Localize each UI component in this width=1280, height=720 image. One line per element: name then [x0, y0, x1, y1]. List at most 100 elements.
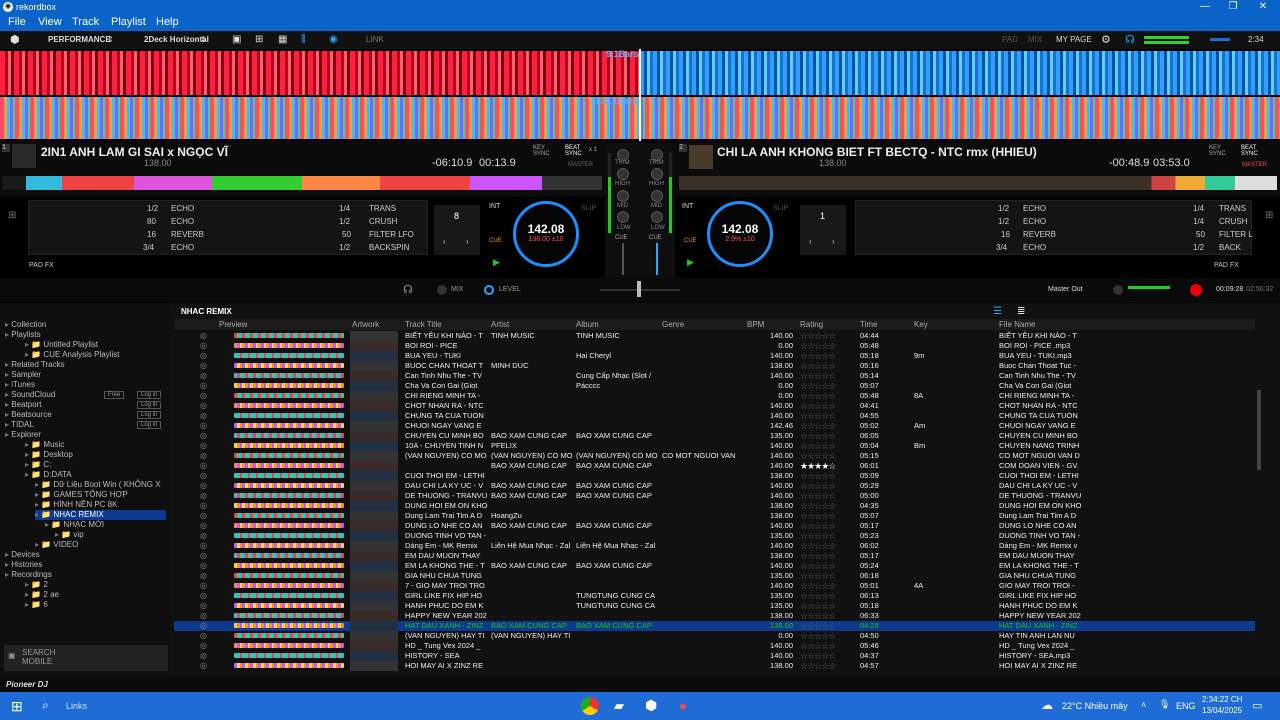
free-badge[interactable]: Free [104, 391, 125, 399]
search-mobile-button[interactable]: ▣ SEARCH MOBILE [4, 645, 168, 671]
table-row[interactable]: ◎ HANH PHUC DO EM K TUNGTUNG CUNG CA 135.00… [174, 601, 1255, 611]
fx-value[interactable]: 1/4 [1193, 217, 1204, 226]
rating-stars[interactable]: ☆☆☆☆☆ [800, 601, 835, 611]
track-list-scrollbar[interactable] [1257, 390, 1261, 470]
preview-waveform[interactable] [234, 593, 344, 598]
menu-file[interactable]: File [8, 14, 26, 31]
rating-stars[interactable]: ☆☆☆☆☆ [800, 531, 835, 541]
table-row[interactable]: ◎ CHUOI NGAY VANG E 142.46 05:02 Am CHUOI NGA… [174, 421, 1255, 431]
column-bpm[interactable]: BPM [747, 319, 764, 330]
login-button[interactable]: Log in [137, 421, 162, 429]
fx-slot-filter-lfo[interactable]: FILTER LFO [369, 230, 414, 239]
record-button[interactable] [1190, 284, 1202, 296]
tree-item[interactable]: ▸ Related Tracks [5, 360, 166, 370]
preview-play-icon[interactable]: ◎ [200, 461, 207, 471]
fx-slot-echo[interactable]: ECHO [171, 217, 194, 226]
rekordbox-taskbar-icon[interactable]: ⬢ [645, 697, 657, 714]
preview-waveform[interactable] [234, 463, 344, 468]
rating-stars[interactable]: ★★★★☆ [800, 461, 835, 471]
rating-stars[interactable]: ☆☆☆☆☆ [800, 351, 835, 361]
table-row[interactable]: ◎ CHI RIENG MINH TA - 0.00 05:48 8A CHI RIENG… [174, 391, 1255, 401]
preview-waveform[interactable] [234, 333, 344, 338]
deck1-high-knob[interactable] [617, 168, 629, 180]
preview-waveform[interactable] [234, 443, 344, 448]
preview-play-icon[interactable]: ◎ [200, 421, 207, 431]
rating-stars[interactable]: ☆☆☆☆☆ [800, 341, 835, 351]
jump-back-icon[interactable]: ‹ [809, 237, 812, 246]
table-row[interactable]: ◎ BAO XAM CUNG CAP BAO XAM CUNG CAP 140.00 0… [174, 461, 1255, 471]
table-row[interactable]: ◎ EM LA KHONG THE - T BAO XAM CUNG CAP BAO … [174, 561, 1255, 571]
mixer-view-icon[interactable]: ⫼ [301, 31, 306, 49]
mypage-button[interactable]: MY PAGE [1056, 31, 1092, 49]
headphone-mix-knob[interactable] [437, 285, 447, 295]
volume-bar[interactable] [1210, 38, 1230, 41]
preview-play-icon[interactable]: ◎ [200, 601, 207, 611]
tree-item[interactable]: ▸ 📁 GAMES TỔNG HỢP [35, 490, 166, 500]
preview-play-icon[interactable]: ◎ [200, 651, 207, 661]
menu-playlist[interactable]: Playlist [111, 14, 146, 31]
deck2-headphone-cue[interactable]: CUE [649, 235, 662, 241]
table-row[interactable]: ◎ Dung Lam Trai Tim A D HoangZu 138.00 05:07… [174, 511, 1255, 521]
table-row[interactable]: ◎ GIA NHU CHUA TUNG 135.00 06:18 GIA NHU CHU… [174, 571, 1255, 581]
table-row[interactable]: ◎ HAT DAU XANH - ZINZ BAO XAM CUNG CAP BAO … [174, 621, 1255, 631]
preview-waveform[interactable] [234, 623, 344, 628]
crossfader[interactable] [637, 281, 641, 297]
explorer-icon[interactable]: ▰ [614, 698, 624, 714]
fx-value[interactable]: 1/2 [998, 204, 1009, 213]
preview-play-icon[interactable]: ◎ [200, 491, 207, 501]
deck1-play-button[interactable]: ▶ [493, 257, 500, 268]
deck2-low-knob[interactable] [651, 211, 663, 223]
table-row[interactable]: ◎ BUOC CHAN THOAT T MINH DUC 138.00 05:16 Buo… [174, 361, 1255, 371]
gear-icon[interactable]: ⚙ [1101, 31, 1111, 49]
preview-play-icon[interactable]: ◎ [200, 501, 207, 511]
headphone-level-knob[interactable] [484, 285, 494, 295]
tree-item[interactable]: ▸ 📁 CUE Analysis Playlist [25, 350, 166, 360]
preview-play-icon[interactable]: ◎ [200, 441, 207, 451]
preview-waveform[interactable] [234, 513, 344, 518]
fx-slot-reverb[interactable]: REVERB [171, 230, 204, 239]
list-view-icon[interactable]: ☰ [993, 306, 1002, 317]
table-row[interactable]: ◎ Dáng Em - MK Remix Liên Hệ Mua Nhạc - Za… [174, 541, 1255, 551]
fx-slot-trans[interactable]: TRANS [1219, 204, 1246, 213]
grid-view-icon[interactable]: ▦ [278, 31, 287, 49]
fx-slot-echo[interactable]: ECHO [171, 243, 194, 252]
deck1-beat-sync-button[interactable]: BEAT SYNC [565, 145, 583, 157]
rating-stars[interactable]: ☆☆☆☆☆ [800, 491, 835, 501]
preview-waveform[interactable] [234, 633, 344, 638]
fx-slot-echo[interactable]: ECHO [1023, 204, 1046, 213]
tree-item[interactable]: ▸ Histories [5, 560, 166, 570]
chrome-icon[interactable] [581, 697, 599, 715]
rating-stars[interactable]: ☆☆☆☆☆ [800, 371, 835, 381]
fx-value[interactable]: 1/2 [339, 217, 350, 226]
column-time[interactable]: Time [860, 319, 877, 330]
fx-value[interactable]: 1/2 [147, 204, 158, 213]
column-genre[interactable]: Genre [662, 319, 684, 330]
fx-value[interactable]: 50 [1196, 230, 1205, 239]
rating-stars[interactable]: ☆☆☆☆☆ [800, 431, 835, 441]
language-indicator[interactable]: ENG [1176, 701, 1196, 711]
rating-stars[interactable]: ☆☆☆☆☆ [800, 511, 835, 521]
table-row[interactable]: ◎ 10A - CHUYEN TINH N PFELIX 140.00 05:04 Bm C… [174, 441, 1255, 451]
mix-button[interactable]: MIX [1028, 31, 1042, 49]
deck1-pad-fx-label[interactable]: PAD FX [29, 262, 54, 269]
rating-stars[interactable]: ☆☆☆☆☆ [800, 591, 835, 601]
login-button[interactable]: Log in [137, 401, 162, 409]
rating-stars[interactable]: ☆☆☆☆☆ [800, 451, 835, 461]
fx-value[interactable]: 16 [147, 230, 156, 239]
table-row[interactable]: ◎ HAPPY NEW YEAR 202 138.00 06:33 HAPPY NEW … [174, 611, 1255, 621]
rating-stars[interactable]: ☆☆☆☆☆ [800, 641, 835, 651]
grid-icon[interactable]: ⊞ [1265, 210, 1273, 221]
deck1-jog-wheel[interactable]: 142.08 138.00 ±10 [513, 201, 579, 267]
tree-item[interactable]: ▸ 📁 6 [25, 600, 166, 610]
table-row[interactable]: ◎ CHUYEN CU MINH BO BAO XAM CUNG CAP BAO XA… [174, 431, 1255, 441]
rating-stars[interactable]: ☆☆☆☆☆ [800, 391, 835, 401]
fx-value[interactable]: 16 [1001, 230, 1010, 239]
preview-play-icon[interactable]: ◎ [200, 481, 207, 491]
weather-text[interactable]: 22°C Nhiều mây [1062, 701, 1128, 711]
table-row[interactable]: ◎ Can Tinh Nhu Thе - TV Cung Cấp Nhạc (Slo… [174, 371, 1255, 381]
preview-play-icon[interactable]: ◎ [200, 641, 207, 651]
deck2-key-sync-button[interactable]: KEY SYNC [1209, 145, 1227, 157]
menu-view[interactable]: View [38, 14, 62, 31]
preview-play-icon[interactable]: ◎ [200, 591, 207, 601]
chart-view-icon[interactable]: ⊞ [255, 31, 263, 49]
